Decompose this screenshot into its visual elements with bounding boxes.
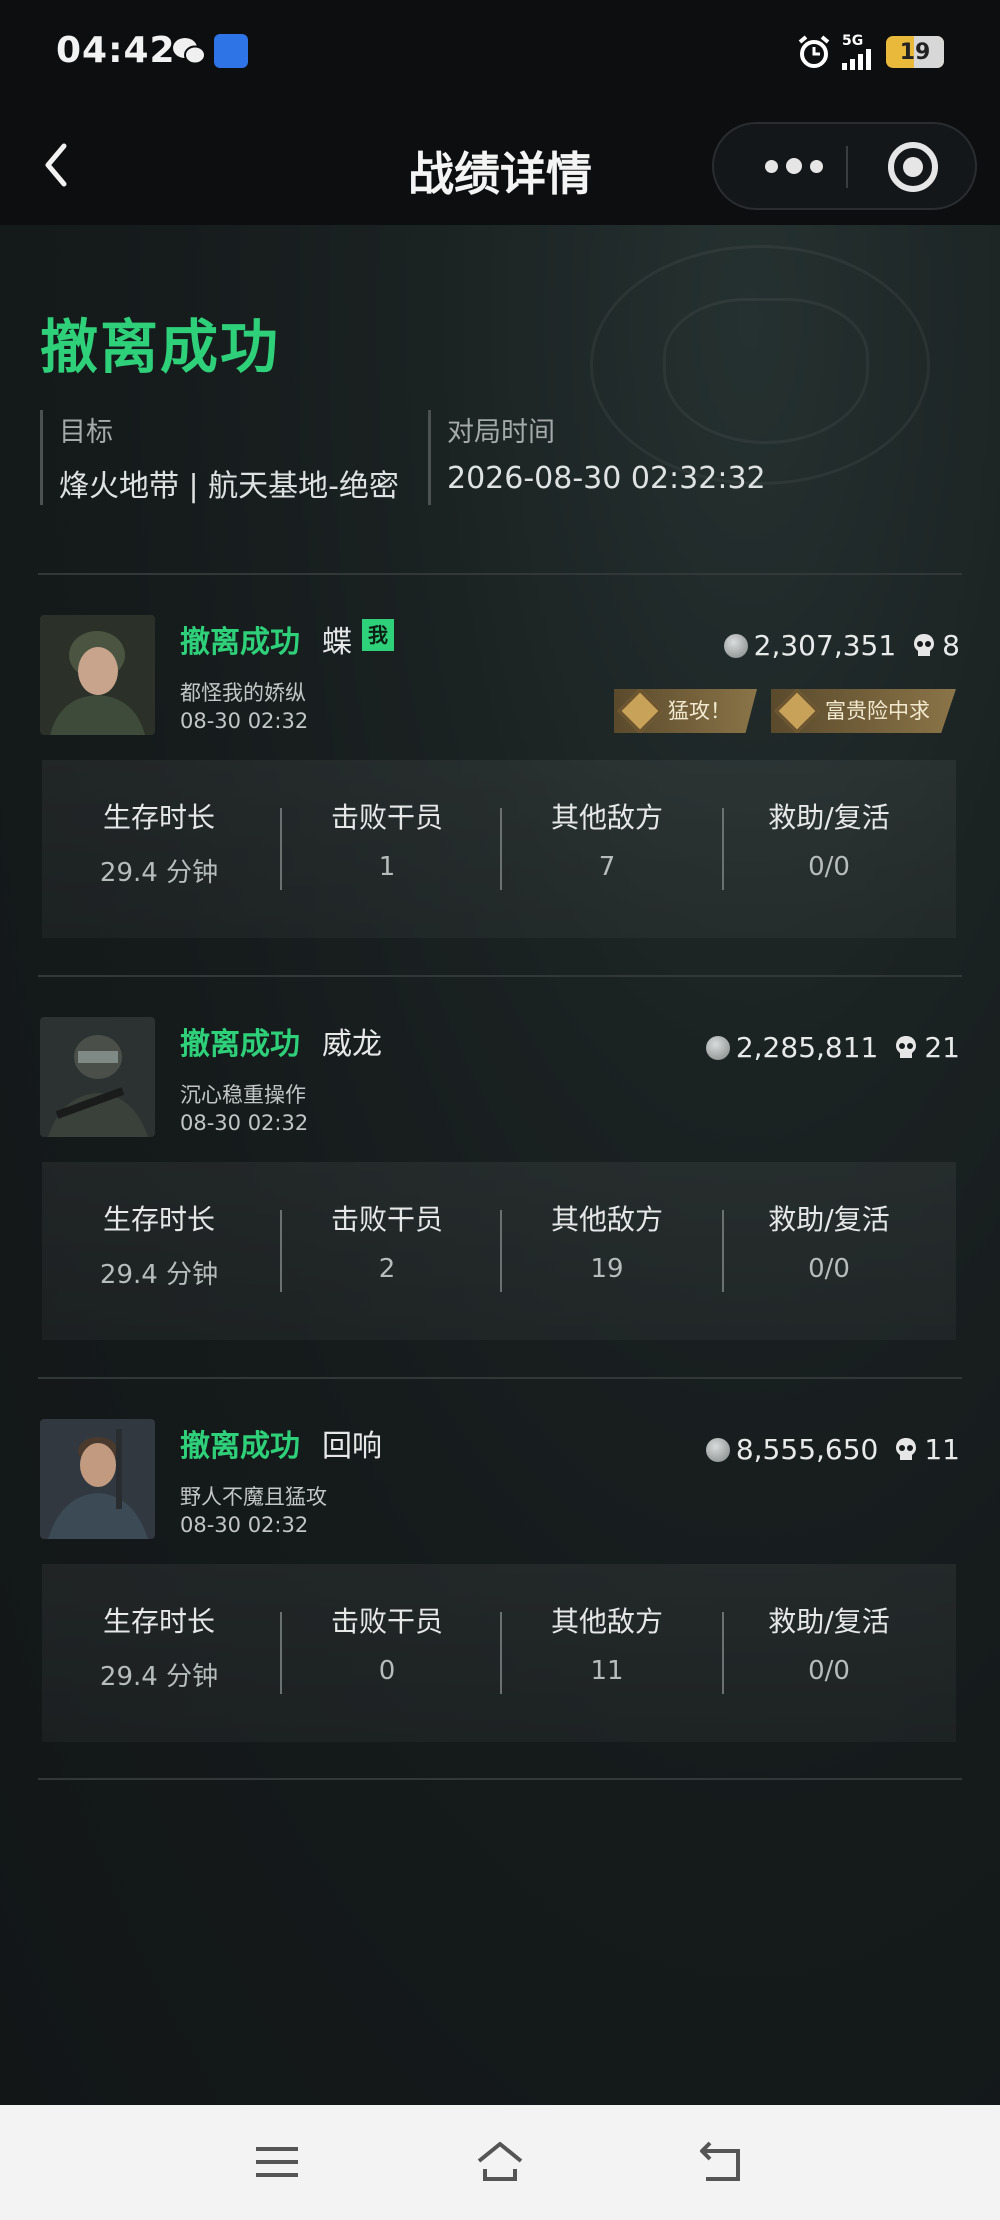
coin-icon xyxy=(705,1437,730,1462)
close-circle-icon[interactable] xyxy=(888,142,938,192)
player-motto: 野人不魔且猛攻 xyxy=(180,1485,327,1509)
skull-icon xyxy=(914,633,935,656)
match-time-label: 对局时间 xyxy=(447,417,555,448)
player-value-kills: 2,307,351 8 xyxy=(723,629,960,662)
player-name: 威龙 xyxy=(322,1027,382,1062)
avatar xyxy=(40,1419,155,1539)
result-title: 撤离成功 xyxy=(40,313,281,381)
player-motto: 都怪我的娇纵 xyxy=(180,681,306,705)
player-kills: 21 xyxy=(924,1031,960,1064)
avatar xyxy=(40,1017,155,1137)
player-time: 08-30 02:32 xyxy=(180,1513,309,1537)
stat-defeated: 击败干员 1 xyxy=(330,801,443,882)
section-divider xyxy=(38,1377,962,1379)
section-divider xyxy=(38,1778,962,1780)
badge-icon xyxy=(617,689,663,733)
player-name: 蝶 xyxy=(322,625,352,660)
badge: 猛攻！ xyxy=(614,689,757,733)
mini-program-capsule xyxy=(712,122,977,210)
stat-survival: 生存时长 29.4 分钟 xyxy=(99,1605,219,1692)
nav-bar: 战绩详情 xyxy=(0,110,1000,225)
player-card[interactable]: 撤离成功 回响 野人不魔且猛攻 08-30 02:32 8,555,650 11… xyxy=(0,1419,1000,1819)
section-divider xyxy=(38,975,962,977)
player-card[interactable]: 撤离成功 蝶 我 都怪我的娇纵 08-30 02:32 2,307,351 8 … xyxy=(0,615,1000,1015)
player-time: 08-30 02:32 xyxy=(180,1111,309,1135)
stat-survival: 生存时长 29.4 分钟 xyxy=(99,1203,219,1290)
player-status: 撤离成功 xyxy=(180,1429,300,1464)
signal-icon: 5G xyxy=(842,34,876,70)
section-divider xyxy=(38,573,962,575)
player-value-kills: 8,555,650 11 xyxy=(705,1433,960,1466)
home-icon[interactable] xyxy=(475,2139,525,2185)
capsule-divider xyxy=(846,146,848,188)
badge: 富贵险中求 xyxy=(771,689,956,733)
target-label: 目标 xyxy=(59,417,113,448)
skull-icon xyxy=(896,1437,917,1460)
stat-other-enemies: 其他敌方 11 xyxy=(550,1605,663,1686)
match-time-value: 2026-08-30 02:32:32 xyxy=(447,461,766,496)
target-value: 烽火地带 | 航天基地-绝密 xyxy=(59,469,400,504)
player-value: 2,285,811 xyxy=(735,1031,879,1064)
player-name: 回响 xyxy=(322,1429,382,1464)
radio-icon xyxy=(214,34,248,68)
avatar xyxy=(40,615,155,735)
stat-defeated: 击败干员 2 xyxy=(330,1203,443,1284)
stat-assist: 救助/复活 0/0 xyxy=(768,1605,890,1686)
match-detail-content: 撤离成功 目标 烽火地带 | 航天基地-绝密 对局时间 2026-08-30 0… xyxy=(0,225,1000,2105)
match-time-block: 对局时间 2026-08-30 02:32:32 xyxy=(428,410,766,505)
player-time: 08-30 02:32 xyxy=(180,709,309,733)
alarm-icon xyxy=(798,35,830,68)
player-card[interactable]: 撤离成功 威龙 沉心稳重操作 08-30 02:32 2,285,811 21 … xyxy=(0,1017,1000,1417)
return-icon[interactable] xyxy=(698,2139,748,2185)
stat-assist: 救助/复活 0/0 xyxy=(768,801,890,882)
player-status: 撤离成功 xyxy=(180,625,300,660)
player-value-kills: 2,285,811 21 xyxy=(705,1031,960,1064)
badge-list: 猛攻！ 富贵险中求 xyxy=(614,689,956,733)
status-bar: 04:42 5G 19 xyxy=(0,0,1000,110)
system-nav-bar xyxy=(0,2105,1000,2220)
coin-icon xyxy=(723,633,748,658)
menu-icon[interactable] xyxy=(252,2139,302,2185)
stats-card: 生存时长 29.4 分钟 击败干员 1 其他敌方 7 救助/复活 0/0 xyxy=(42,760,956,938)
skull-icon xyxy=(896,1035,917,1058)
me-tag: 我 xyxy=(362,619,394,651)
stat-survival: 生存时长 29.4 分钟 xyxy=(99,801,219,888)
player-value: 8,555,650 xyxy=(735,1433,879,1466)
coin-icon xyxy=(705,1035,730,1060)
player-motto: 沉心稳重操作 xyxy=(180,1083,306,1107)
player-value: 2,307,351 xyxy=(753,629,897,662)
player-kills: 11 xyxy=(924,1433,960,1466)
target-block: 目标 烽火地带 | 航天基地-绝密 xyxy=(40,410,400,505)
wechat-icon xyxy=(173,38,206,65)
badge-icon xyxy=(774,689,820,733)
player-kills: 8 xyxy=(942,629,960,662)
status-right: 5G 19 xyxy=(796,32,944,72)
status-time: 04:42 xyxy=(56,30,176,71)
stats-card: 生存时长 29.4 分钟 击败干员 2 其他敌方 19 救助/复活 0/0 xyxy=(42,1162,956,1340)
stat-defeated: 击败干员 0 xyxy=(330,1605,443,1686)
player-status: 撤离成功 xyxy=(180,1027,300,1062)
battery-indicator: 19 xyxy=(886,36,944,68)
stats-card: 生存时长 29.4 分钟 击败干员 0 其他敌方 11 救助/复活 0/0 xyxy=(42,1564,956,1742)
stat-assist: 救助/复活 0/0 xyxy=(768,1203,890,1284)
stat-other-enemies: 其他敌方 7 xyxy=(550,801,663,882)
stat-other-enemies: 其他敌方 19 xyxy=(550,1203,663,1284)
more-icon[interactable] xyxy=(744,124,844,208)
